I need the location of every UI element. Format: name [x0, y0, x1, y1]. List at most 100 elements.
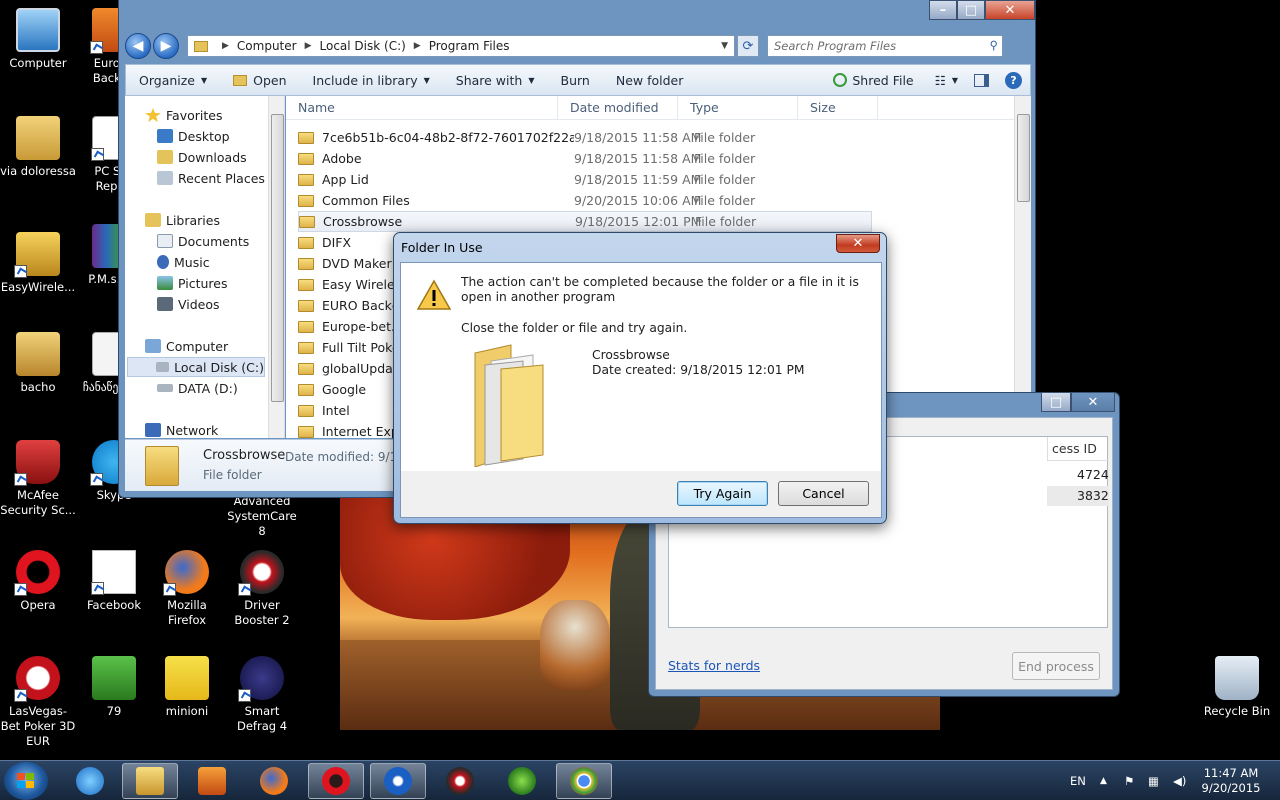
preview-pane-button[interactable] [966, 73, 997, 87]
breadcrumb-local-disk[interactable]: Local Disk (C:) [320, 39, 406, 53]
nav-pictures[interactable]: Pictures [157, 273, 228, 293]
nav-network[interactable]: Network [145, 420, 218, 438]
volume-icon[interactable]: ◀) [1173, 761, 1186, 800]
nav-data-d[interactable]: DATA (D:) [157, 378, 238, 398]
close-button[interactable]: ✕ [985, 0, 1035, 20]
dialog-close-button[interactable]: ✕ [836, 234, 880, 253]
desktop-icon-recycle-bin[interactable]: Recycle Bin [1199, 656, 1275, 719]
close-button[interactable]: ✕ [1071, 392, 1115, 412]
breadcrumb-separator[interactable]: ▶ [305, 41, 312, 51]
process-id-cell[interactable]: 4724 [1047, 465, 1109, 485]
language-indicator[interactable]: EN [1070, 761, 1086, 800]
process-id-cell[interactable]: 3832 [1047, 486, 1109, 506]
search-input[interactable]: Search Program Files ⚲ [767, 35, 1003, 57]
file-row[interactable]: Crossbrowse 9/18/2015 12:01 PM File folder [298, 211, 872, 232]
folder-in-use-dialog[interactable]: Folder In Use ✕ The action can't be comp… [393, 232, 887, 524]
nav-libraries[interactable]: Libraries [145, 210, 220, 230]
navigation-scrollbar[interactable] [268, 96, 284, 438]
try-again-button[interactable]: Try Again [677, 481, 768, 506]
column-header-name[interactable]: Name [286, 96, 558, 120]
cancel-button[interactable]: Cancel [778, 481, 869, 506]
desktop-icon-firefox[interactable]: Mozilla Firefox [149, 550, 225, 628]
nav-music[interactable]: Music [157, 252, 210, 272]
taskbar-internet-explorer[interactable] [62, 763, 118, 799]
file-row[interactable]: App Lid 9/18/2015 11:59 AM File folder [298, 169, 872, 190]
column-header-date[interactable]: Date modified [558, 96, 678, 120]
nav-computer[interactable]: Computer [145, 336, 228, 356]
nav-local-disk-c[interactable]: Local Disk (C:) [127, 357, 265, 377]
desktop-icon-facebook[interactable]: Facebook [76, 550, 152, 613]
desktop-icon-driver-booster[interactable]: Driver Booster 2 [224, 550, 300, 628]
desktop-icon-advanced-systemcare[interactable]: Advanced SystemCare 8 [224, 494, 300, 539]
show-hidden-icons-button[interactable]: ▲ [1100, 761, 1107, 800]
taskbar-security-app[interactable] [494, 763, 550, 799]
desktop-icon-opera[interactable]: Opera [0, 550, 76, 613]
taskbar-driver-booster[interactable] [432, 763, 488, 799]
nav-downloads[interactable]: Downloads [157, 147, 247, 167]
dialog-item-info: Crossbrowse Date created: 9/18/2015 12:0… [592, 348, 805, 378]
taskbar-firefox[interactable] [246, 763, 302, 799]
nav-favorites[interactable]: Favorites [145, 105, 222, 125]
burn-button[interactable]: Burn [548, 73, 603, 88]
network-icon[interactable]: ▦ [1148, 761, 1159, 800]
help-button[interactable]: ? [997, 71, 1030, 89]
breadcrumb-computer[interactable]: Computer [237, 39, 297, 53]
chevron-down-icon[interactable]: ▼ [721, 41, 728, 51]
cleaner-icon [384, 767, 412, 795]
file-name: Crossbrowse [323, 214, 403, 229]
share-with-button[interactable]: Share with ▼ [443, 73, 548, 88]
nav-documents[interactable]: Documents [157, 231, 249, 251]
taskbar-ccleaner[interactable] [370, 763, 426, 799]
forward-button[interactable]: ▶ [153, 33, 179, 59]
organize-button[interactable]: Organize ▼ [126, 73, 220, 88]
new-folder-button[interactable]: New folder [603, 73, 697, 88]
casino-chip-icon [14, 656, 60, 702]
taskbar-file-explorer[interactable] [122, 763, 178, 799]
file-row[interactable]: Adobe 9/18/2015 11:58 AM File folder [298, 148, 872, 169]
shred-file-button[interactable]: Shred File [820, 73, 926, 88]
desktop-icon-computer[interactable]: Computer [0, 8, 76, 71]
scrollbar-thumb[interactable] [271, 114, 284, 402]
scrollbar-thumb[interactable] [1017, 114, 1030, 202]
nav-videos[interactable]: Videos [157, 294, 220, 314]
file-date: 9/18/2015 11:59 AM [574, 172, 702, 187]
chevron-down-icon: ▼ [201, 75, 208, 85]
taskbar-chrome[interactable] [556, 763, 612, 799]
maximize-button[interactable]: □ [957, 0, 985, 20]
taskbar-opera[interactable] [308, 763, 364, 799]
system-clock[interactable]: 11:47 AM 9/20/2015 [1196, 766, 1266, 796]
minimize-button[interactable]: – [929, 0, 957, 20]
breadcrumb-program-files[interactable]: Program Files [429, 39, 510, 53]
back-button[interactable]: ◀ [125, 33, 151, 59]
address-bar[interactable]: ▶ Computer ▶ Local Disk (C:) ▶ Program F… [187, 35, 735, 57]
desktop-icon-lasvegas[interactable]: LasVegas-Bet Poker 3D EUR [0, 656, 76, 749]
end-process-button[interactable]: End process [1012, 652, 1100, 680]
nav-recent-places[interactable]: Recent Places [157, 168, 265, 188]
file-row[interactable]: Common Files 9/20/2015 10:06 AM File folde… [298, 190, 872, 211]
desktop-icon-bacho[interactable]: bacho [0, 332, 76, 395]
desktop-icon-smart-defrag[interactable]: Smart Defrag 4 [224, 656, 300, 734]
action-center-icon[interactable]: ⚑ [1124, 761, 1134, 800]
include-in-library-button[interactable]: Include in library ▼ [300, 73, 443, 88]
file-row[interactable]: 7ce6b51b-6c04-48b2-8f72-7601702f22a3 9/18… [298, 127, 872, 148]
desktop-icon-via-doloressa[interactable]: via doloressa [0, 116, 76, 179]
nav-desktop[interactable]: Desktop [157, 126, 230, 146]
maximize-button[interactable]: □ [1041, 392, 1071, 412]
navigation-pane[interactable]: Favorites Desktop Downloads Recent Place… [125, 96, 285, 438]
breadcrumb-separator[interactable]: ▶ [414, 41, 421, 51]
file-list-scrollbar[interactable] [1014, 96, 1031, 438]
refresh-button[interactable]: ⟳ [737, 35, 759, 57]
open-button[interactable]: Open [220, 73, 299, 88]
desktop-icon-79[interactable]: 79 [76, 656, 152, 719]
search-icon[interactable]: ⚲ [990, 38, 998, 52]
view-options-button[interactable]: ☷ ▼ [927, 73, 966, 88]
start-button[interactable] [4, 762, 48, 800]
column-header-size[interactable]: Size [798, 96, 878, 120]
column-header-type[interactable]: Type [678, 96, 798, 120]
desktop-icon-minioni[interactable]: minioni [149, 656, 225, 719]
desktop-icon-easywireless[interactable]: EasyWirele... [0, 232, 76, 295]
column-header-process-id[interactable]: cess ID [1047, 437, 1109, 461]
stats-for-nerds-link[interactable]: Stats for nerds [668, 658, 760, 673]
desktop-icon-mcafee[interactable]: McAfee Security Sc... [0, 440, 76, 518]
taskbar-media-player[interactable] [184, 763, 240, 799]
